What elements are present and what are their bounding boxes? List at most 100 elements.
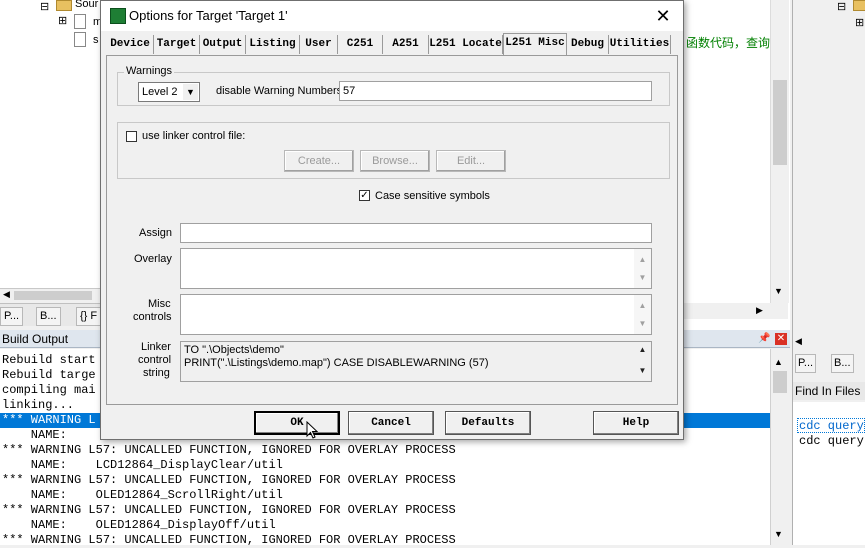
options-dialog: Options for Target 'Target 1' ✕ Device T… (100, 0, 684, 440)
disable-warning-input[interactable]: 57 (339, 81, 652, 101)
mouse-cursor-icon (306, 421, 318, 439)
find-in-files-pane: cdc query cdc query (793, 402, 865, 545)
misc-controls-label-line1: Misc (148, 298, 171, 310)
scroll-down-icon[interactable]: ▼ (634, 366, 651, 375)
edit-button[interactable]: Edit... (436, 150, 506, 172)
scroll-right-icon[interactable]: ▶ (756, 305, 763, 316)
build-line: Rebuild start (2, 353, 96, 367)
tab-utilities[interactable]: Utilities (609, 35, 671, 54)
assign-input[interactable] (180, 223, 652, 243)
build-line: NAME: OLED12864_DisplayOff/util (2, 518, 276, 532)
overlay-scrollbar[interactable]: ▲ ▼ (634, 249, 651, 288)
case-sensitive-checkbox[interactable]: ✓ (359, 190, 370, 201)
folder-icon (853, 0, 865, 11)
dialog-title: Options for Target 'Target 1' (129, 8, 288, 23)
close-pane-icon[interactable]: ✕ (775, 333, 787, 345)
pin-icon[interactable]: 📌 (758, 333, 770, 345)
scroll-up-icon[interactable]: ▲ (634, 255, 651, 264)
find-result[interactable]: cdc query (799, 434, 864, 448)
use-linker-control-label: use linker control file: (142, 130, 246, 142)
tab-books[interactable]: B... (36, 307, 61, 326)
overlay-textarea[interactable]: ▲ ▼ (180, 248, 652, 289)
create-button[interactable]: Create... (284, 150, 354, 172)
scroll-down-icon[interactable]: ▼ (774, 286, 783, 296)
tab-a251[interactable]: A251 (383, 35, 429, 54)
tree-item-source[interactable]: Sour (75, 0, 98, 10)
build-output-vscrollbar[interactable]: ▲ ▼ (770, 349, 789, 545)
scroll-up-icon[interactable]: ▲ (634, 301, 651, 310)
linker-control-line: PRINT(".\Listings\demo.map") CASE DISABL… (184, 357, 489, 369)
project-hscrollbar[interactable]: ◀ (0, 288, 100, 302)
tab-user[interactable]: User (300, 35, 338, 54)
find-in-files-title: Find In Files (793, 382, 865, 400)
build-line: Rebuild targe (2, 368, 96, 382)
build-line: NAME: LCD12864_DisplayClear/util (2, 458, 283, 472)
tab-c251[interactable]: C251 (338, 35, 383, 54)
tab-project[interactable]: P... (0, 307, 24, 326)
scroll-down-icon[interactable]: ▼ (774, 529, 783, 539)
misc-controls-scrollbar[interactable]: ▲ ▼ (634, 295, 651, 334)
scroll-thumb[interactable] (773, 371, 787, 393)
scroll-up-icon[interactable]: ▲ (634, 345, 651, 354)
warnings-group-label: Warnings (124, 65, 175, 77)
tab-debug[interactable]: Debug (567, 35, 609, 54)
tree-item-file-2[interactable]: s (93, 34, 99, 46)
tab-target[interactable]: Target (154, 35, 200, 54)
build-line: *** WARNING L57: UNCALLED FUNCTION, IGNO… (2, 443, 456, 457)
tab-output[interactable]: Output (200, 35, 246, 54)
browse-button[interactable]: Browse... (360, 150, 430, 172)
close-icon[interactable]: ✕ (653, 6, 673, 26)
scroll-up-icon[interactable]: ▲ (774, 357, 783, 367)
cancel-button[interactable]: Cancel (348, 411, 434, 435)
tree-expand-icon[interactable]: ⊞ (855, 16, 864, 29)
editor-hscrollbar[interactable]: ▶ (680, 303, 788, 319)
file-icon (74, 32, 86, 47)
ok-button[interactable]: OK (254, 411, 340, 435)
warning-level-value: Level 2 (142, 86, 178, 98)
build-line: *** WARNING L57: UNCALLED FUNCTION, IGNO… (2, 473, 456, 487)
tab-l251-locate[interactable]: L251 Locate (429, 35, 503, 54)
tab-project-right[interactable]: P... (795, 354, 817, 373)
file-icon (74, 14, 86, 29)
linker-control-file-group: use linker control file: Create... Brows… (117, 122, 670, 179)
find-result[interactable]: cdc query (799, 419, 864, 433)
folder-icon (56, 0, 72, 11)
scroll-thumb[interactable] (773, 80, 787, 165)
scroll-down-icon[interactable]: ▼ (634, 319, 651, 328)
editor-comment-text: 函数代码，查询 (686, 36, 771, 50)
scroll-down-icon[interactable]: ▼ (634, 273, 651, 282)
tab-listing[interactable]: Listing (246, 35, 300, 54)
warnings-group: Warnings Level 2 ▼ disable Warning Numbe… (117, 65, 670, 106)
tree-collapse-icon[interactable]: ⊟ (837, 0, 846, 13)
tree-collapse-icon[interactable]: ⊟ (40, 0, 49, 13)
project-tabs: P... B... {} F (0, 303, 102, 326)
help-button[interactable]: Help (593, 411, 679, 435)
scroll-left-icon[interactable]: ◀ (3, 289, 10, 300)
build-line-selected[interactable]: *** WARNING L (2, 413, 96, 428)
chevron-down-icon[interactable]: ▼ (183, 84, 198, 100)
build-line: *** WARNING L57: UNCALLED FUNCTION, IGNO… (2, 533, 456, 547)
build-output-title: Build Output (2, 332, 69, 346)
build-line: linking... (2, 398, 75, 412)
linker-control-scrollbar[interactable]: ▲ ▼ (634, 342, 651, 381)
use-linker-control-checkbox[interactable] (126, 131, 137, 142)
scroll-left-icon[interactable]: ◀ (795, 336, 802, 347)
tab-l251-misc[interactable]: L251 Misc (503, 33, 567, 55)
defaults-button[interactable]: Defaults (445, 411, 531, 435)
linker-control-label-line3: string (143, 367, 170, 379)
scroll-thumb[interactable] (14, 291, 92, 300)
build-line: *** WARNING L57: UNCALLED FUNCTION, IGNO… (2, 503, 456, 517)
tree-expand-icon[interactable]: ⊞ (58, 14, 67, 27)
tab-functions[interactable]: {} F (76, 307, 102, 326)
tab-books-right[interactable]: B... (831, 354, 854, 373)
misc-controls-label-line2: controls (133, 311, 172, 323)
tab-device[interactable]: Device (107, 35, 154, 54)
project-pane: ⊟ Sour ⊞ m s (0, 0, 102, 300)
editor-vscrollbar[interactable]: ▼ (770, 0, 789, 303)
build-line: NAME: OLED12864_ScrollRight/util (2, 488, 283, 502)
misc-controls-textarea[interactable]: ▲ ▼ (180, 294, 652, 335)
tab-strip: Device Target Output Listing User C251 A… (107, 33, 677, 55)
dialog-titlebar[interactable]: Options for Target 'Target 1' ✕ (101, 1, 683, 31)
warning-level-select[interactable]: Level 2 ▼ (138, 82, 200, 102)
linker-control-string-box[interactable]: TO ".\Objects\demo" PRINT(".\Listings\de… (180, 341, 652, 382)
